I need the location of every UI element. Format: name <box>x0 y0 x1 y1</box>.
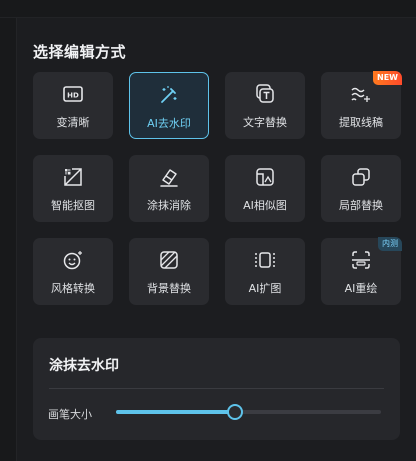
magic-wand-icon <box>157 83 181 107</box>
slider-thumb[interactable] <box>227 404 244 420</box>
tool-ai-redraw[interactable]: 内测 AI重绘 <box>321 237 402 305</box>
redraw-icon <box>349 248 373 272</box>
brush-size-label: 画笔大小 <box>48 408 92 421</box>
cutout-icon <box>61 165 85 189</box>
new-badge: NEW <box>373 71 402 85</box>
tool-label: AI扩图 <box>248 282 282 295</box>
tool-ai-similar[interactable]: AI相似图 <box>225 155 305 222</box>
tool-background-replace[interactable]: 背景替换 <box>129 238 209 305</box>
tool-line-extract[interactable]: NEW 提取线稿 <box>321 71 402 139</box>
tool-label: 智能抠图 <box>51 199 95 212</box>
hd-icon: HD <box>61 82 85 106</box>
similar-image-icon <box>253 165 277 189</box>
tool-label: 风格转换 <box>51 282 95 295</box>
tool-label: 局部替换 <box>339 199 383 212</box>
left-rail <box>0 18 17 461</box>
brush-size-slider[interactable] <box>116 404 381 420</box>
slider-fill <box>116 410 236 414</box>
svg-text:HD: HD <box>67 92 79 100</box>
style-transfer-icon <box>61 248 85 272</box>
tool-label: 变清晰 <box>56 116 90 129</box>
expand-image-icon <box>253 248 277 272</box>
tool-label: AI去水印 <box>147 117 191 130</box>
tool-label: AI相似图 <box>243 199 287 212</box>
tool-partial-replace[interactable]: 局部替换 <box>321 155 401 222</box>
settings-card: 涂抹去水印 画笔大小 <box>33 338 400 440</box>
text-replace-icon <box>253 82 277 106</box>
tool-label: 提取线稿 <box>339 116 383 129</box>
divider <box>49 388 384 389</box>
tool-ai-watermark-removal[interactable]: AI去水印 <box>129 72 209 139</box>
tool-text-replace[interactable]: 文字替换 <box>225 72 305 139</box>
panel-title: 选择编辑方式 <box>33 43 127 61</box>
settings-title: 涂抹去水印 <box>49 358 119 374</box>
beta-badge: 内测 <box>378 237 402 251</box>
line-extract-icon <box>349 82 373 106</box>
eraser-icon <box>157 165 181 189</box>
top-bar <box>0 0 416 18</box>
tool-enhance[interactable]: HD 变清晰 <box>33 72 113 139</box>
tool-style-transfer[interactable]: 风格转换 <box>33 238 113 305</box>
tool-ai-expand[interactable]: AI扩图 <box>225 238 305 305</box>
partial-replace-icon <box>349 165 373 189</box>
tool-label: 文字替换 <box>243 116 287 129</box>
tool-label: AI重绘 <box>344 282 378 295</box>
tool-label: 涂抹消除 <box>147 199 191 212</box>
tool-smear-erase[interactable]: 涂抹消除 <box>129 155 209 222</box>
background-replace-icon <box>157 248 181 272</box>
tool-smart-cutout[interactable]: 智能抠图 <box>33 155 113 222</box>
tool-label: 背景替换 <box>147 282 191 295</box>
